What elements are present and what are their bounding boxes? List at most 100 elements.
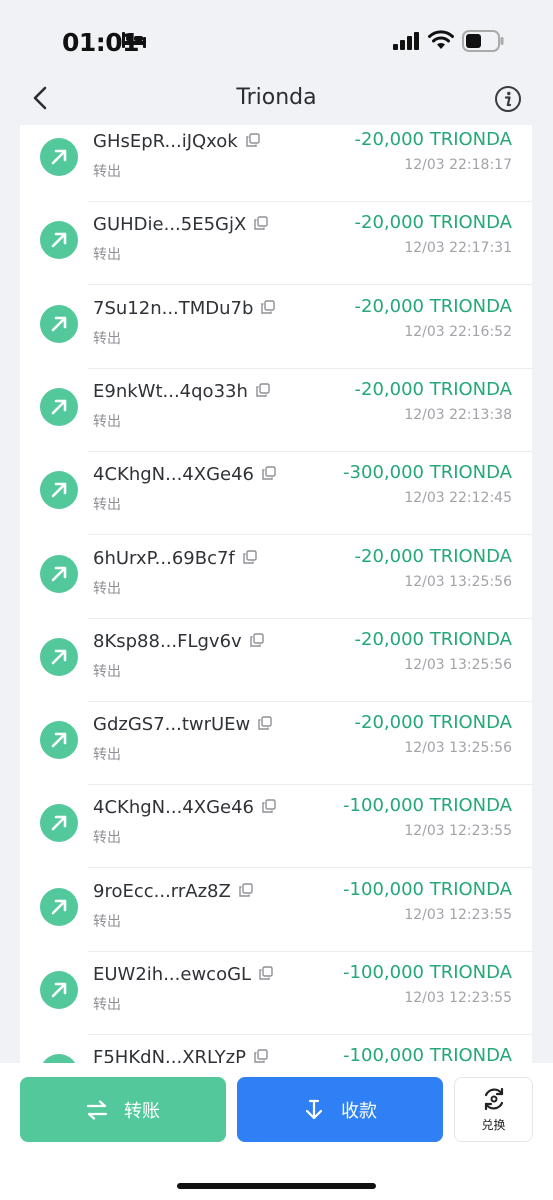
arrow-up-right-icon (40, 471, 78, 510)
transaction-item[interactable]: 6hUrxP...69Bc7f 转出 -20,000 TRIONDA 12/03… (20, 536, 532, 619)
transaction-amount: -100,000 TRIONDA (343, 878, 512, 900)
transaction-type: 转出 (93, 330, 121, 347)
cellular-signal-icon (393, 32, 420, 55)
copy-icon[interactable] (254, 1047, 268, 1063)
copy-icon[interactable] (258, 714, 272, 735)
transaction-hash-text: EUW2ih...ewcoGL (93, 964, 252, 985)
transaction-amount: -20,000 TRIONDA (354, 545, 513, 567)
transaction-time: 12/03 13:25:56 (404, 573, 512, 590)
transaction-hash-text: GUHDie...5E5GjX (93, 214, 247, 236)
transaction-hash-text: GdzGS7...twrUEw (93, 714, 251, 736)
transaction-time: 12/03 22:17:31 (404, 240, 512, 257)
swap-button-label: 兑换 (481, 1118, 506, 1132)
transaction-hash: 4CKhgN...4XGe46 (93, 797, 276, 818)
transfer-button[interactable]: 转账 (20, 1077, 226, 1142)
transaction-hash-text: 4CKhgN...4XGe46 (93, 464, 254, 486)
transaction-item[interactable]: GUHDie...5E5GjX 转出 -20,000 TRIONDA 12/03… (20, 202, 532, 286)
arrow-up-right-icon (40, 138, 78, 176)
transaction-amount: -100,000 TRIONDA (343, 962, 512, 983)
arrow-up-right-icon (40, 804, 78, 843)
transaction-hash-text: GHsEpR...iJQxok (93, 131, 238, 152)
transaction-type: 转出 (93, 580, 121, 597)
copy-icon[interactable] (262, 464, 276, 485)
transaction-type: 转出 (93, 413, 121, 430)
transaction-item[interactable]: 9roEcc...rrAz8Z 转出 -100,000 TRIONDA 12/0… (20, 869, 532, 952)
transaction-time: 12/03 13:25:56 (404, 740, 512, 757)
transaction-amount: -20,000 TRIONDA (354, 628, 513, 650)
page-title: Trionda (236, 85, 317, 110)
transaction-time: 12/03 12:23:55 (404, 906, 512, 923)
transaction-time: 12/03 22:18:17 (404, 157, 512, 173)
transaction-type: 转出 (93, 164, 121, 180)
wifi-icon (428, 30, 454, 55)
transaction-item[interactable]: F5HKdN...XRLYzP 转出 -100,000 TRIONDA (20, 1035, 532, 1063)
transaction-item[interactable]: EUW2ih...ewcoGL 转出 -100,000 TRIONDA 12/0… (20, 952, 532, 1035)
transaction-amount: -20,000 TRIONDA (354, 712, 513, 734)
transaction-item[interactable]: 8Ksp88...FLgv6v 转出 -20,000 TRIONDA 12/03… (20, 619, 532, 702)
transaction-amount: -20,000 TRIONDA (354, 295, 513, 317)
transaction-item[interactable]: 7Su12n...TMDu7b 转出 -20,000 TRIONDA 12/03… (20, 286, 532, 369)
download-icon (305, 1099, 323, 1119)
arrow-up-right-icon (40, 887, 78, 926)
info-circle-icon (495, 86, 521, 112)
transaction-item[interactable]: GHsEpR...iJQxok 转出 -20,000 TRIONDA 12/03… (20, 125, 532, 202)
transaction-amount: -20,000 TRIONDA (354, 129, 513, 150)
transaction-item[interactable]: 4CKhgN...4XGe46 转出 -100,000 TRIONDA 12/0… (20, 785, 532, 869)
transaction-time: 12/03 13:25:56 (404, 656, 512, 673)
transaction-hash: 6hUrxP...69Bc7f (93, 548, 257, 569)
transaction-hash: 9roEcc...rrAz8Z (93, 881, 253, 902)
bottom-action-bar: 转账 收款 兑换 (0, 1063, 553, 1200)
transaction-hash: EUW2ih...ewcoGL (93, 964, 273, 985)
arrow-up-right-icon (40, 637, 78, 676)
copy-icon[interactable] (261, 298, 276, 319)
transaction-hash: 4CKhgN...4XGe46 (93, 464, 276, 485)
transaction-item[interactable]: GdzGS7...twrUEw 转出 -20,000 TRIONDA 12/03… (20, 702, 532, 786)
transaction-hash-text: 4CKhgN...4XGe46 (93, 797, 254, 819)
swap-refresh-icon (484, 1087, 504, 1111)
transaction-hash: GdzGS7...twrUEw (93, 714, 272, 735)
transaction-hash: GHsEpR...iJQxok (93, 131, 260, 152)
transaction-amount: -100,000 TRIONDA (343, 1045, 512, 1063)
transaction-time: 12/03 12:23:55 (404, 823, 512, 840)
status-bar: 01:01 (0, 0, 553, 75)
sleep-bed-icon (121, 31, 147, 54)
info-button[interactable] (494, 85, 522, 113)
navigation-bar: Trionda (0, 75, 553, 125)
copy-icon[interactable] (254, 214, 269, 235)
transaction-type: 转出 (93, 830, 121, 847)
copy-icon[interactable] (239, 881, 253, 902)
transaction-item[interactable]: E9nkWt...4qo33h 转出 -20,000 TRIONDA 12/03… (20, 369, 532, 452)
copy-icon[interactable] (262, 797, 276, 818)
copy-icon[interactable] (259, 964, 273, 985)
copy-icon[interactable] (243, 548, 257, 569)
transaction-amount: -20,000 TRIONDA (354, 212, 513, 234)
transaction-amount: -300,000 TRIONDA (343, 462, 512, 484)
transaction-type: 转出 (93, 997, 121, 1013)
transaction-item[interactable]: 4CKhgN...4XGe46 转出 -300,000 TRIONDA 12/0… (20, 452, 532, 536)
battery-icon (462, 30, 504, 57)
arrow-up-right-icon (40, 721, 78, 760)
arrow-up-right-icon (40, 304, 78, 343)
copy-icon[interactable] (246, 131, 260, 152)
arrow-up-right-icon (40, 971, 78, 1009)
home-indicator (177, 1183, 376, 1189)
swap-button[interactable]: 兑换 (454, 1077, 533, 1142)
transaction-time: 12/03 22:16:52 (404, 323, 512, 340)
receive-button-label: 收款 (341, 1100, 377, 1122)
copy-icon[interactable] (256, 381, 270, 402)
transaction-list[interactable]: GHsEpR...iJQxok 转出 -20,000 TRIONDA 12/03… (20, 125, 532, 1063)
transaction-hash-text: 7Su12n...TMDu7b (93, 297, 254, 319)
transaction-type: 转出 (93, 497, 121, 514)
transaction-hash: E9nkWt...4qo33h (93, 381, 270, 402)
transaction-hash: 8Ksp88...FLgv6v (93, 631, 264, 652)
arrow-up-right-icon (40, 221, 78, 260)
transfer-button-label: 转账 (124, 1100, 160, 1122)
transaction-hash: F5HKdN...XRLYzP (93, 1047, 268, 1063)
transaction-hash: 7Su12n...TMDu7b (93, 297, 276, 319)
transaction-hash-text: E9nkWt...4qo33h (93, 380, 248, 402)
copy-icon[interactable] (250, 631, 264, 652)
arrow-up-right-icon (40, 1054, 78, 1063)
transaction-type: 转出 (93, 913, 121, 930)
receive-button[interactable]: 收款 (237, 1077, 443, 1142)
transaction-type: 转出 (93, 747, 121, 764)
